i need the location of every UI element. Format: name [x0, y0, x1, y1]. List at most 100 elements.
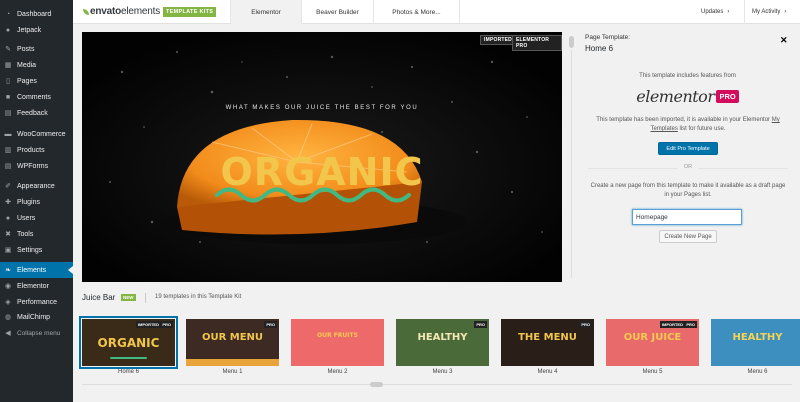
scrollbar-track	[82, 384, 792, 385]
sidebar-item-label: Collapse menu	[17, 329, 61, 337]
sidebar-item-label: Media	[17, 61, 37, 69]
comments-icon: ■	[5, 93, 11, 101]
template-thumbnail[interactable]: OUR MENU PRO	[186, 319, 279, 366]
imported-message: This template has been imported, it is a…	[588, 116, 788, 134]
plugins-icon: ✚	[5, 199, 11, 206]
sidebar-item-users[interactable]: ● Users	[0, 210, 73, 226]
logo-envato-text: envato	[90, 6, 122, 17]
updates-label: Updates	[701, 9, 724, 15]
thumbnail-title: ORGANIC	[97, 336, 160, 350]
template-thumbnail[interactable]: ORGANIC PRO IMPORTED	[79, 316, 178, 369]
hero-subtitle: WHAT MAKES OUR JUICE THE BEST FOR YOU	[225, 105, 419, 111]
hero-title: ORGANIC	[220, 150, 424, 194]
thumbnail-title: THE MENU	[518, 332, 577, 343]
topbar-divider	[744, 0, 745, 24]
thumbnail-label: Menu 3	[432, 369, 453, 375]
settings-icon: ▣	[4, 247, 12, 254]
my-templates-link-1[interactable]: My	[772, 117, 780, 123]
sidebar-item-elements[interactable]: ❧ Elements	[0, 262, 73, 278]
sidebar-item-wpforms[interactable]: ▤ WPForms	[0, 158, 73, 174]
sidebar-item-posts[interactable]: ✎ Posts	[0, 41, 73, 57]
template-preview[interactable]: IMPORTED ELEMENTOR PRO WHAT MAKES OUR JU…	[82, 32, 562, 282]
template-thumbnail[interactable]: HEALTHY	[711, 319, 800, 366]
sidebar-item-elementor[interactable]: ◉ Elementor	[0, 278, 73, 294]
sidebar-item-appearance[interactable]: ✐ Appearance	[0, 178, 73, 194]
collapse-icon: ◀	[5, 330, 11, 337]
sidebar-item-woocommerce[interactable]: ▬ WooCommerce	[0, 126, 73, 142]
envato-elements-logo[interactable]: envato elements TEMPLATE KITS	[83, 6, 217, 17]
elementor-wordmark: elementor	[636, 87, 715, 106]
template-thumbnail[interactable]: OUR JUICE PRO IMPORTED	[606, 319, 699, 366]
thumbnail-badge: IMPORTED	[659, 321, 685, 328]
thumbnail-title: OUR FRUITS	[317, 332, 358, 339]
or-text: OR	[678, 164, 698, 170]
thumbnail-label: Menu 6	[747, 369, 768, 375]
sidebar-item-jetpack[interactable]: ● Jetpack	[0, 22, 73, 38]
tab-beaver-builder[interactable]: Beaver Builder	[302, 0, 374, 24]
template-thumbnail[interactable]: THE MENU PRO	[501, 319, 594, 366]
pin-icon: ✎	[5, 46, 11, 53]
my-templates-link-2[interactable]: Templates	[650, 126, 677, 132]
wpforms-icon: ▤	[4, 163, 12, 170]
thumbnail-title: OUR JUICE	[623, 332, 682, 343]
products-icon: ▥	[4, 147, 12, 154]
elementor-pro-logo: elementor PRO	[580, 87, 795, 106]
sidebar-item-label: WPForms	[17, 162, 49, 170]
elementor-pro-tag: PRO	[716, 90, 739, 103]
sidebar-item-mailchimp[interactable]: ◍ MailChimp	[0, 309, 73, 325]
sidebar-item-comments[interactable]: ■ Comments	[0, 89, 73, 105]
imported-badge: IMPORTED	[480, 35, 516, 45]
scrollbar-knob[interactable]	[370, 382, 383, 387]
sidebar-item-media[interactable]: ▦ Media	[0, 57, 73, 73]
preview-scrollbar[interactable]	[569, 32, 574, 282]
dashboard-icon: ◔	[5, 10, 11, 18]
template-thumbnail[interactable]: HEALTHY PRO	[396, 319, 489, 366]
sidebar-item-pages[interactable]: ▯ Pages	[0, 73, 73, 89]
jetpack-icon: ●	[5, 26, 11, 34]
thumbnail-label: Menu 1	[222, 369, 243, 375]
sidebar-item-tools[interactable]: ✖ Tools	[0, 226, 73, 242]
thumbnail-label: Menu 5	[642, 369, 663, 375]
top-bar: envato elements TEMPLATE KITS Elementor …	[73, 0, 800, 24]
sidebar-item-label: Pages	[17, 77, 37, 85]
thumbnail-title: HEALTHY	[732, 332, 783, 343]
elementor-pro-badge: ELEMENTOR PRO	[512, 35, 562, 51]
sidebar-item-label: Jetpack	[17, 26, 42, 34]
sidebar-item-products[interactable]: ▥ Products	[0, 142, 73, 158]
updates-link[interactable]: Updates ›	[701, 0, 729, 24]
chevron-right-icon: ›	[727, 9, 730, 15]
thumbnail-label: Menu 4	[537, 369, 558, 375]
sidebar-item-label: Feedback	[17, 109, 48, 117]
thumbnail-scrollbar[interactable]	[82, 382, 792, 387]
close-icon[interactable]: ✕	[780, 35, 788, 46]
elements-leaf-icon: ❧	[5, 267, 11, 274]
sidebar-item-settings[interactable]: ▣ Settings	[0, 242, 73, 258]
create-new-page-button[interactable]: Create New Page	[659, 230, 717, 243]
pages-icon: ▯	[6, 78, 10, 85]
sidebar-item-dashboard[interactable]: ◔ Dashboard	[0, 6, 73, 22]
edit-pro-template-button[interactable]: Edit Pro Template	[658, 142, 718, 155]
thumbnail-wave	[110, 357, 147, 359]
sidebar-item-plugins[interactable]: ✚ Plugins	[0, 194, 73, 210]
template-thumbnail[interactable]: OUR FRUITS	[291, 319, 384, 366]
thumbnail-badge: PRO	[160, 321, 173, 328]
sidebar-item-label: Comments	[17, 93, 51, 101]
sidebar-item-performance[interactable]: ◈ Performance	[0, 294, 73, 310]
my-activity-link[interactable]: My Activity ›	[752, 0, 786, 24]
tab-elementor[interactable]: Elementor	[230, 0, 302, 24]
kit-template-count: 19 templates in this Template Kit	[155, 294, 242, 300]
thumbnail-label: Menu 2	[327, 369, 348, 375]
appearance-icon: ✐	[5, 183, 11, 190]
scrollbar-thumb[interactable]	[569, 36, 574, 48]
media-icon: ▦	[4, 62, 12, 69]
tab-photos-and-more[interactable]: Photos & More...	[374, 0, 460, 24]
kit-divider	[145, 293, 146, 303]
thumbnail-label: Home 6	[117, 369, 139, 375]
sidebar-item-label: Settings	[17, 246, 43, 254]
sidebar-item-collapse-menu[interactable]: ◀ Collapse menu	[0, 325, 73, 341]
sidebar-item-label: Elements	[17, 266, 47, 274]
sidebar-item-feedback[interactable]: ▤ Feedback	[0, 105, 73, 121]
page-name-input[interactable]	[632, 209, 742, 225]
new-badge: NEW	[121, 294, 136, 301]
imported-text-2: list for future use.	[677, 126, 726, 132]
